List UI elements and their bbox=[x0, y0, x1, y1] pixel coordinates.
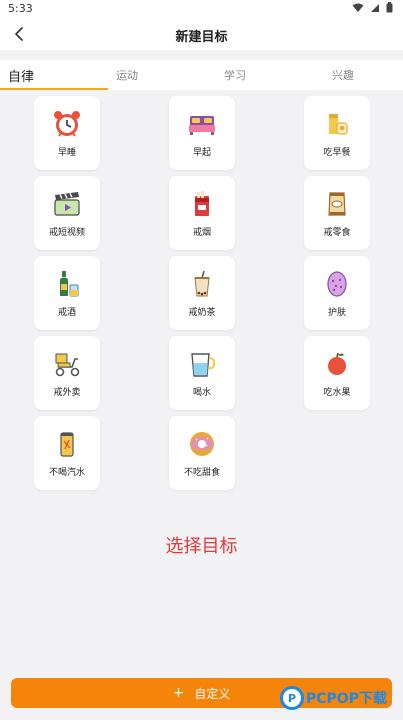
goal-label: 早起 bbox=[192, 148, 211, 158]
goal-card-no-snacks[interactable]: 戒零食 bbox=[304, 176, 370, 250]
status-bar: 5:33 bbox=[0, 0, 403, 18]
video-icon bbox=[51, 188, 83, 220]
goal-card-eat-fruit[interactable]: 吃水果 bbox=[304, 336, 370, 410]
goal-card-no-smoking[interactable]: 戒烟 bbox=[169, 176, 235, 250]
bed-icon bbox=[186, 108, 218, 140]
soda-can-icon bbox=[51, 428, 83, 460]
tab-self-discipline[interactable]: 自律 bbox=[8, 66, 34, 85]
water-glass-icon bbox=[186, 348, 218, 380]
goal-card-no-milk-tea[interactable]: 戒奶茶 bbox=[169, 256, 235, 330]
wifi-icon bbox=[352, 3, 364, 12]
goal-label: 戒烟 bbox=[192, 228, 211, 238]
goal-label: 吃早餐 bbox=[323, 148, 351, 158]
goal-label: 喝水 bbox=[192, 388, 211, 398]
goal-label: 早睡 bbox=[57, 148, 76, 158]
skincare-icon bbox=[321, 268, 353, 300]
tab-interests[interactable]: 兴趣 bbox=[332, 67, 354, 83]
header: 新建目标 bbox=[0, 18, 403, 50]
goal-card-no-short-video[interactable]: 戒短视频 bbox=[34, 176, 100, 250]
snack-bag-icon bbox=[321, 188, 353, 220]
goal-card-no-takeout[interactable]: 戒外卖 bbox=[34, 336, 100, 410]
liquor-icon bbox=[51, 268, 83, 300]
goal-card-breakfast[interactable]: 吃早餐 bbox=[304, 96, 370, 170]
goal-label: 戒酒 bbox=[57, 308, 76, 318]
alarm-clock-icon bbox=[51, 108, 83, 140]
tab-sports[interactable]: 运动 bbox=[116, 67, 138, 83]
goal-label: 护肤 bbox=[327, 308, 346, 318]
tab-study[interactable]: 学习 bbox=[224, 67, 246, 83]
watermark-logo-icon: P bbox=[280, 686, 304, 710]
plus-icon: + bbox=[172, 685, 185, 701]
goal-label: 吃水果 bbox=[323, 388, 351, 398]
goal-card-skincare[interactable]: 护肤 bbox=[304, 256, 370, 330]
goal-card-no-alcohol[interactable]: 戒酒 bbox=[34, 256, 100, 330]
goal-card-no-soda[interactable]: 不喝汽水 bbox=[34, 416, 100, 490]
goal-card-wake-early[interactable]: 早起 bbox=[169, 96, 235, 170]
custom-button-label: 自定义 bbox=[194, 686, 231, 701]
delivery-scooter-icon bbox=[51, 348, 83, 380]
battery-icon bbox=[386, 2, 393, 13]
goal-label: 戒奶茶 bbox=[188, 308, 216, 318]
apple-icon bbox=[321, 348, 353, 380]
active-tab-indicator bbox=[0, 88, 108, 90]
select-goal-prompt: 选择目标 bbox=[165, 536, 238, 557]
goal-label: 戒短视频 bbox=[48, 228, 85, 238]
goal-card-sleep-early[interactable]: 早睡 bbox=[34, 96, 100, 170]
milk-tea-icon bbox=[186, 268, 218, 300]
cigarette-icon bbox=[186, 188, 218, 220]
watermark: P PCPOP下载 bbox=[280, 686, 387, 710]
goal-card-no-sweets[interactable]: 不吃甜食 bbox=[169, 416, 235, 490]
page-title: 新建目标 bbox=[175, 30, 228, 45]
status-time: 5:33 bbox=[8, 2, 33, 15]
goal-label: 不喝汽水 bbox=[48, 468, 85, 478]
status-icons bbox=[352, 2, 393, 13]
donut-icon bbox=[186, 428, 218, 460]
goal-label: 不吃甜食 bbox=[183, 468, 220, 478]
signal-icon bbox=[371, 3, 379, 12]
watermark-text: PCPOP下载 bbox=[306, 691, 387, 707]
goal-label: 戒零食 bbox=[323, 228, 351, 238]
breakfast-icon bbox=[321, 108, 353, 140]
tab-bar: 自律 运动 学习 兴趣 bbox=[0, 60, 403, 90]
goal-card-drink-water[interactable]: 喝水 bbox=[169, 336, 235, 410]
goal-label: 戒外卖 bbox=[53, 388, 81, 398]
